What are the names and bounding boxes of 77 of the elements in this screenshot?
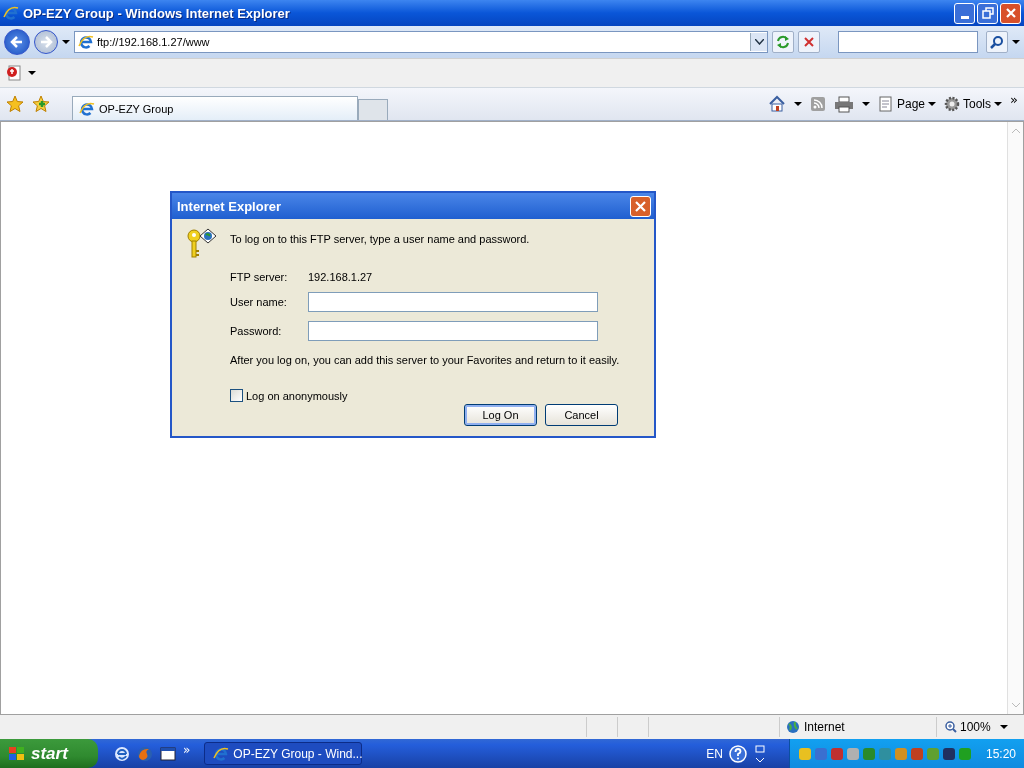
- globe-icon: [786, 720, 800, 734]
- server-label: FTP server:: [230, 271, 289, 283]
- close-button[interactable]: [630, 195, 651, 217]
- cancel-button[interactable]: Cancel: [545, 404, 618, 426]
- star-icon[interactable]: [6, 95, 24, 113]
- overflow-chevron[interactable]: »: [1010, 91, 1018, 107]
- field-label: User name:: [230, 296, 288, 308]
- feed-icon[interactable]: [810, 96, 826, 112]
- refresh-icon: [776, 35, 790, 49]
- start-button[interactable]: start: [0, 739, 98, 768]
- caret-icon[interactable]: [794, 101, 802, 107]
- tray-icon[interactable]: [941, 746, 956, 761]
- printer-icon[interactable]: [834, 95, 854, 113]
- dialog-message: To log on to this FTP server, type a user name and password.: [230, 233, 530, 245]
- search-field[interactable]: [838, 31, 978, 53]
- stop-button[interactable]: [798, 31, 820, 53]
- overflow-chevron[interactable]: »: [183, 742, 191, 757]
- caret-icon[interactable]: [1012, 39, 1020, 45]
- back-button[interactable]: [4, 29, 30, 55]
- caret-icon: [994, 101, 1003, 107]
- add-favorite-icon[interactable]: [32, 95, 50, 113]
- caret-icon[interactable]: [28, 70, 36, 76]
- ie-logo-icon: [78, 34, 94, 50]
- close-icon: [1004, 7, 1017, 19]
- checkbox[interactable]: [230, 389, 243, 402]
- ie-logo-icon: [3, 5, 19, 21]
- refresh-button[interactable]: [772, 31, 794, 53]
- pdf-document-icon[interactable]: [6, 65, 22, 81]
- caret-icon: [754, 39, 764, 45]
- page-icon: [878, 96, 894, 112]
- minimize-icon: [960, 15, 969, 19]
- ie-logo-icon: [79, 100, 95, 117]
- window-icon[interactable]: [160, 745, 176, 762]
- caret-icon: [928, 101, 936, 107]
- page-menu-button[interactable]: Page: [878, 96, 936, 112]
- window-title: OP-EZY Group - Windows Internet Explorer: [23, 5, 291, 21]
- field-label: Password:: [230, 325, 283, 337]
- search-button[interactable]: [986, 31, 1008, 53]
- close-button[interactable]: [1000, 2, 1021, 24]
- forward-arrow-icon: [38, 34, 54, 50]
- fox-globe-icon[interactable]: [137, 745, 153, 762]
- close-icon: [635, 200, 646, 212]
- dialog-title: Internet Explorer: [177, 198, 282, 214]
- search-icon: [990, 35, 1004, 49]
- checkbox-label[interactable]: Log on anonymously: [246, 389, 348, 402]
- tools-menu-button[interactable]: Tools: [944, 96, 1003, 112]
- home-icon[interactable]: [768, 95, 786, 113]
- browser-tab[interactable]: OP-EZY Group: [72, 96, 358, 120]
- language-indicator[interactable]: EN: [706, 746, 723, 761]
- restore-button[interactable]: [977, 2, 998, 24]
- forward-button[interactable]: [34, 30, 58, 54]
- help-icon[interactable]: [728, 744, 747, 763]
- dropdown-button[interactable]: [750, 33, 767, 51]
- zoom-button[interactable]: 100%: [937, 720, 1000, 734]
- key-globe-icon: [186, 227, 218, 261]
- gear-icon: [944, 96, 960, 112]
- stop-icon: [803, 36, 815, 48]
- input-field[interactable]: [308, 321, 598, 341]
- clock: 15:20: [985, 746, 1016, 761]
- minimize-button[interactable]: [954, 2, 975, 24]
- windows-flag-icon: [8, 745, 26, 762]
- info-text: After you log on, you can add this server to your Favorites and return to it easily.: [230, 354, 621, 366]
- input-field[interactable]: [308, 292, 598, 312]
- caret-icon[interactable]: [62, 39, 70, 45]
- security-zone: Internet: [804, 720, 845, 734]
- server-value: 192.168.1.27: [308, 271, 374, 283]
- log-on-button[interactable]: Log On: [464, 404, 537, 426]
- ie-logo-icon[interactable]: [114, 745, 130, 762]
- ie-logo-icon: [213, 745, 230, 762]
- back-arrow-icon: [9, 34, 25, 50]
- window-switch-icon[interactable]: [752, 744, 767, 763]
- magnifier-icon: [945, 721, 957, 733]
- caret-icon[interactable]: [862, 101, 870, 107]
- caret-icon[interactable]: [1000, 724, 1008, 730]
- taskbar-item[interactable]: OP-EZY Group - Wind...: [204, 742, 363, 765]
- restore-icon: [981, 7, 994, 19]
- address-bar[interactable]: ftp://192.168.1.27/www: [74, 31, 768, 53]
